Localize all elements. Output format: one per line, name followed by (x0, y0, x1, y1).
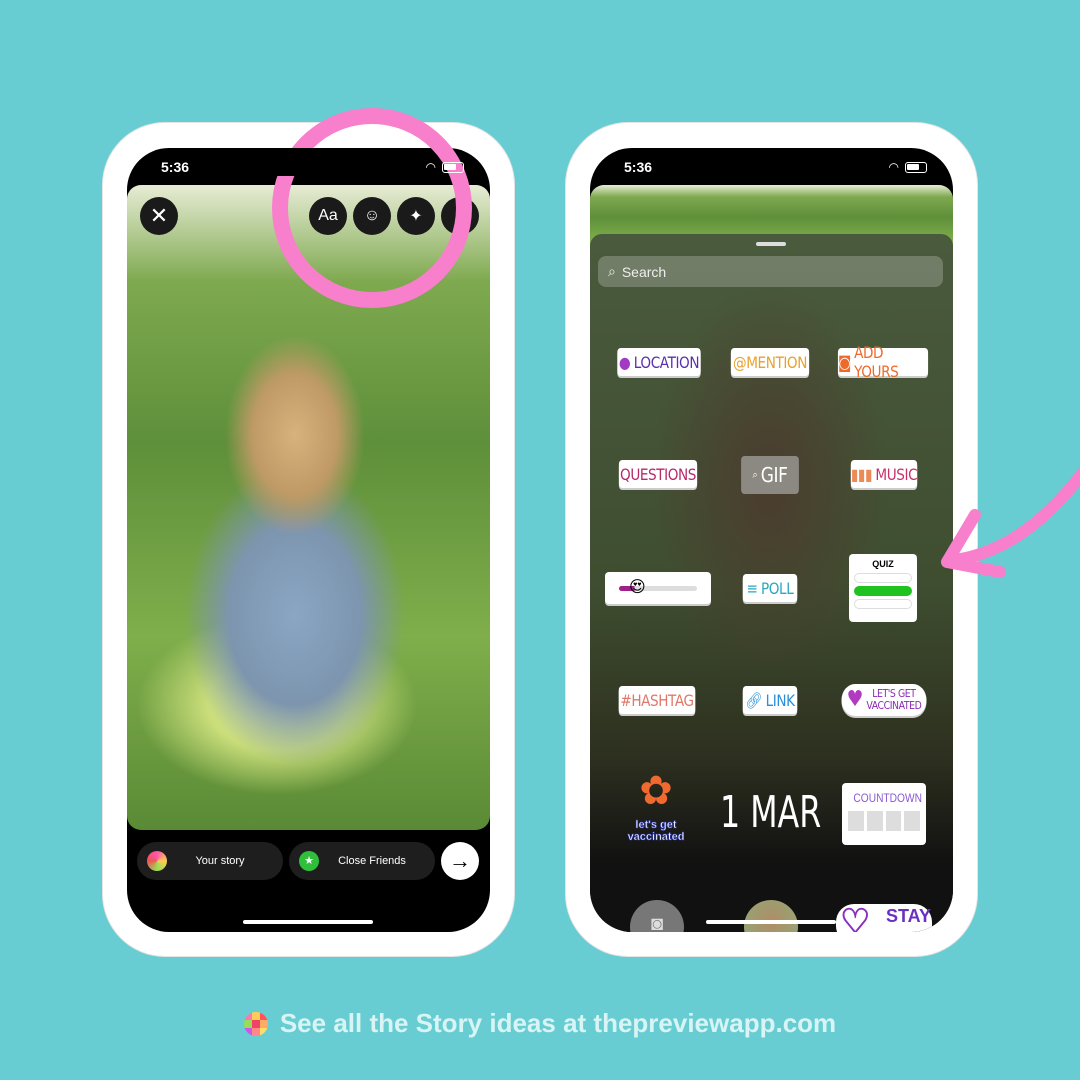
location-pin-icon: ● (618, 352, 631, 372)
poll-label: POLL (760, 578, 794, 598)
notch (668, 148, 874, 176)
search-icon: ⌕ (608, 263, 616, 279)
poll-sticker[interactable]: ≡ POLL (742, 574, 798, 602)
star-icon: ★ (299, 851, 319, 871)
quiz-option (854, 573, 912, 583)
lets-get-vaccinated-label: let's get vaccinated (627, 819, 685, 844)
flower-bandage-icon: ✿ (639, 769, 673, 813)
sticker-tray: ⌕ Search ● LOCATION @MENTION ◙ ADD YOURS QU… (590, 234, 953, 932)
search-icon: ⌕ (752, 468, 758, 481)
quiz-option-correct (854, 586, 912, 596)
heart-icon: ♥ (846, 687, 864, 712)
wifi-icon: ◠ (425, 160, 436, 174)
search-placeholder: Search (621, 263, 667, 280)
recent-photo-thumbnail[interactable] (744, 900, 798, 932)
date-sticker[interactable]: 1 MAR (720, 787, 828, 838)
close-friends-button[interactable]: ★ Close Friends (289, 842, 435, 880)
battery-icon (905, 161, 927, 173)
quiz-label: QUIZ (872, 559, 894, 569)
bandage-flower-sticker[interactable]: ✿ let's get vaccinated (616, 764, 696, 859)
emoji-slider-sticker[interactable]: 😍 (605, 572, 711, 604)
countdown-label: COUNTDOWN (853, 791, 922, 805)
your-story-button[interactable]: Your story (137, 842, 283, 880)
status-icons: ◠ (426, 160, 464, 174)
arrow-right-icon[interactable]: → (441, 842, 479, 880)
slider-track: 😍 (619, 577, 697, 596)
preview-app-logo-icon (243, 1011, 268, 1036)
wifi-icon: ◠ (888, 160, 899, 174)
camera-icon: ◙ (837, 352, 851, 372)
share-bar: Your story ★ Close Friends → (137, 842, 479, 880)
hashtag-sticker[interactable]: #HASHTAG (618, 686, 696, 714)
music-bars-icon: ▮▮▮ (850, 464, 873, 484)
lets-get-vaccinated-sticker[interactable]: ♥ LET'S GET VACCINATED (841, 684, 927, 716)
countdown-boxes (848, 811, 920, 831)
add-yours-sticker[interactable]: ◙ ADD YOURS (837, 343, 929, 381)
music-sticker[interactable]: ▮▮▮ MUSIC (850, 460, 918, 488)
add-yours-label: ADD YOURS (854, 343, 899, 381)
home-indicator (243, 920, 373, 924)
gif-label: GIF (760, 463, 788, 487)
search-input[interactable]: ⌕ Search (598, 256, 943, 287)
status-time: 5:36 (624, 159, 653, 175)
pointer-arrow (941, 466, 1080, 578)
highlight-circle (272, 108, 472, 308)
link-icon: 🔗︎ (745, 690, 763, 710)
link-sticker[interactable]: 🔗︎ LINK (742, 686, 798, 714)
battery-icon (442, 161, 464, 173)
stay-label: STAY (886, 906, 932, 926)
close-friends-label: Close Friends (338, 855, 406, 867)
link-label: LINK (765, 690, 795, 710)
vaccinated-line2: VACCINATED (866, 699, 922, 712)
close-button[interactable]: ✕ (140, 197, 178, 235)
mention-sticker[interactable]: @MENTION (730, 348, 810, 376)
quiz-option (854, 599, 912, 609)
notch (205, 148, 411, 176)
quiz-sticker[interactable]: QUIZ (849, 554, 917, 622)
vaccinated-text: LET'S GET VACCINATED (866, 688, 922, 712)
home-indicator (706, 920, 836, 924)
gif-sticker[interactable]: ⌕ GIF (741, 456, 799, 494)
right-phone: 5:36 ◠ ⌕ Search ● LOCATION @MENTION ◙ ADD Y… (566, 123, 977, 956)
footer: See all the Story ideas at thepreviewapp… (0, 1008, 1080, 1039)
status-time: 5:36 (161, 159, 190, 175)
countdown-sticker[interactable]: COUNTDOWN (842, 783, 926, 845)
camera-button[interactable]: ◙ (630, 900, 684, 932)
heart-home-icon: ♡ (840, 903, 871, 932)
stay-home-sticker[interactable]: ♡ STAY (836, 903, 932, 932)
footer-text[interactable]: See all the Story ideas at thepreviewapp… (280, 1008, 836, 1039)
mention-label: @MENTION (733, 352, 807, 372)
questions-sticker[interactable]: QUESTIONS (618, 460, 698, 488)
music-label: MUSIC (875, 464, 918, 484)
questions-label: QUESTIONS (620, 464, 696, 484)
poll-lines-icon: ≡ (746, 578, 758, 598)
slider-emoji: 😍 (629, 576, 646, 596)
status-icons: ◠ (889, 160, 927, 174)
sticker-tray-screen: 5:36 ◠ ⌕ Search ● LOCATION @MENTION ◙ ADD Y… (590, 148, 953, 932)
your-story-label: Your story (195, 855, 245, 867)
drag-handle[interactable] (756, 242, 786, 246)
story-grid-icon (147, 851, 167, 871)
location-label: LOCATION (633, 352, 700, 372)
hashtag-label: #HASHTAG (620, 690, 694, 710)
location-sticker[interactable]: ● LOCATION (617, 348, 701, 376)
